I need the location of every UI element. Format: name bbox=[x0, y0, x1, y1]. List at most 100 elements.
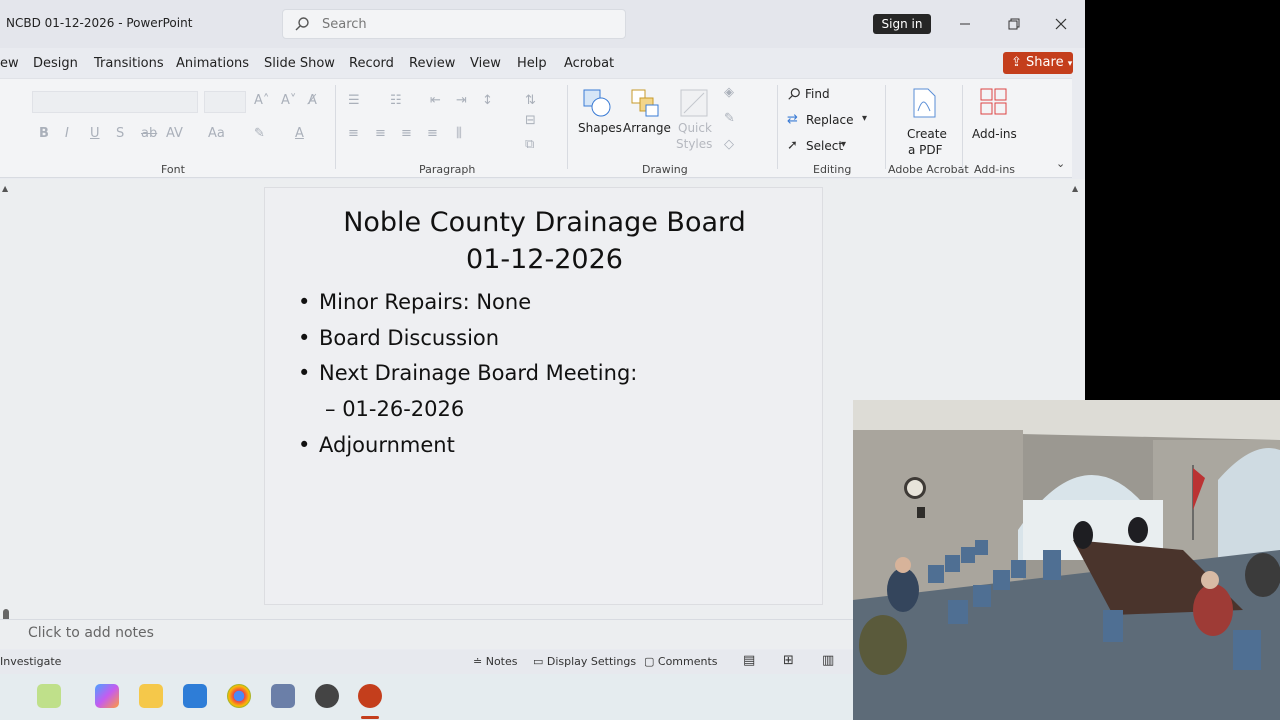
change-case-icon[interactable]: Aa bbox=[208, 126, 225, 141]
text-direction-icon[interactable]: ⇅ bbox=[525, 93, 536, 108]
tab-slide-show[interactable]: Slide Show bbox=[264, 56, 335, 71]
bold-icon[interactable]: B bbox=[39, 126, 49, 141]
dash-marker: – bbox=[325, 397, 343, 421]
search-placeholder: Search bbox=[322, 17, 367, 32]
columns-icon[interactable]: ⫼ bbox=[456, 126, 462, 141]
scroll-up-icon[interactable]: ▲ bbox=[1072, 184, 1078, 193]
slide-sorter-icon[interactable]: ⊞ bbox=[783, 653, 794, 668]
notes-button[interactable]: ≐ Notes bbox=[473, 655, 518, 668]
arrange-button[interactable]: Arrange bbox=[623, 85, 671, 145]
sub-bullet-item: – 01-26-2026 bbox=[325, 397, 464, 421]
thumbnail-scrollbar[interactable]: ▲ bbox=[0, 184, 12, 631]
shape-fill-icon[interactable]: ◈ bbox=[724, 85, 734, 100]
comments-button[interactable]: ▢ Comments bbox=[644, 655, 718, 668]
align-right-icon[interactable]: ≡ bbox=[401, 126, 412, 141]
bullet-dot: • bbox=[298, 290, 311, 314]
drawing-group-label: Drawing bbox=[642, 163, 688, 176]
powerpoint-icon[interactable] bbox=[358, 684, 382, 708]
underline-icon[interactable]: U bbox=[90, 126, 100, 141]
obs-icon[interactable] bbox=[315, 684, 339, 708]
app-icon[interactable] bbox=[271, 684, 295, 708]
select-button[interactable]: ➚ Select ▾ bbox=[787, 137, 852, 157]
search-box[interactable]: Search bbox=[282, 9, 626, 39]
numbering-icon[interactable]: ☷ bbox=[390, 93, 402, 108]
font-name-combobox[interactable] bbox=[32, 91, 198, 113]
shapes-button[interactable]: Shapes bbox=[578, 85, 622, 145]
bullet-dot: • bbox=[298, 433, 311, 457]
tab-record[interactable]: Record bbox=[349, 56, 394, 71]
restore-icon bbox=[1008, 18, 1020, 30]
bullet-item: • Adjournment bbox=[298, 433, 455, 457]
tab-acrobat[interactable]: Acrobat bbox=[564, 56, 614, 71]
chevron-down-icon: ▾ bbox=[862, 113, 868, 124]
increase-indent-icon[interactable]: ⇥ bbox=[456, 93, 467, 108]
notes-label: Notes bbox=[485, 655, 518, 668]
shadow-icon[interactable]: S bbox=[116, 126, 124, 141]
justify-icon[interactable]: ≡ bbox=[427, 126, 438, 141]
tab-animations[interactable]: Animations bbox=[176, 56, 249, 71]
find-icon bbox=[788, 88, 800, 100]
slide-title[interactable]: Noble County Drainage Board 01-12-2026 bbox=[265, 204, 824, 278]
sports-app-icon[interactable] bbox=[37, 684, 61, 708]
tab-review-partial[interactable]: ew bbox=[0, 56, 19, 71]
align-text-icon[interactable]: ⊟ bbox=[525, 113, 536, 128]
arrange-icon bbox=[631, 89, 659, 117]
investigate-status[interactable]: Investigate bbox=[0, 655, 61, 668]
bullet-text: Board Discussion bbox=[319, 326, 500, 350]
find-button[interactable]: Find bbox=[787, 85, 847, 105]
addins-button[interactable]: Add-ins bbox=[970, 85, 1018, 145]
font-color-icon[interactable]: A bbox=[295, 126, 304, 141]
tab-review[interactable]: Review bbox=[409, 56, 455, 71]
shape-outline-icon[interactable]: ✎ bbox=[724, 111, 735, 126]
font-size-combobox[interactable] bbox=[204, 91, 246, 113]
shape-effects-icon[interactable]: ◇ bbox=[724, 137, 734, 152]
highlight-icon[interactable]: ✎ bbox=[254, 126, 265, 141]
minimize-button[interactable] bbox=[953, 12, 977, 36]
char-spacing-icon[interactable]: AV bbox=[166, 126, 183, 141]
tab-view[interactable]: View bbox=[470, 56, 501, 71]
slide-canvas[interactable]: Noble County Drainage Board 01-12-2026 •… bbox=[264, 187, 823, 605]
replace-icon: ⇄ bbox=[787, 112, 798, 127]
quick-styles-button[interactable]: Quick Styles bbox=[676, 85, 712, 153]
decrease-indent-icon[interactable]: ⇤ bbox=[430, 93, 441, 108]
adobe-group-label: Adobe Acrobat bbox=[888, 163, 969, 176]
clear-format-icon[interactable]: A̸ bbox=[308, 93, 317, 108]
copilot-icon[interactable] bbox=[95, 684, 119, 708]
share-button[interactable]: ⇪ Share ▾ bbox=[1003, 52, 1073, 74]
create-pdf-button[interactable]: Create a PDF bbox=[900, 85, 948, 157]
align-center-icon[interactable]: ≡ bbox=[375, 126, 386, 141]
tab-help[interactable]: Help bbox=[517, 56, 547, 71]
normal-view-icon[interactable]: ▤ bbox=[743, 653, 755, 668]
store-icon[interactable] bbox=[183, 684, 207, 708]
close-button[interactable] bbox=[1049, 12, 1073, 36]
smartart-icon[interactable]: ⧉ bbox=[525, 137, 534, 152]
shapes-icon bbox=[583, 89, 611, 117]
file-explorer-icon[interactable] bbox=[139, 684, 163, 708]
collapse-ribbon-icon[interactable]: ⌄ bbox=[1056, 157, 1065, 170]
addins-group-label: Add-ins bbox=[974, 163, 1016, 176]
bullets-icon[interactable]: ☰ bbox=[348, 93, 360, 108]
meeting-room-image bbox=[853, 400, 1280, 720]
quick-styles-label-1: Quick bbox=[678, 121, 712, 135]
restore-button[interactable] bbox=[1001, 12, 1025, 36]
tab-transitions[interactable]: Transitions bbox=[94, 56, 164, 71]
search-icon bbox=[295, 17, 309, 31]
ribbon-tabs: ew Design Transitions Animations Slide S… bbox=[0, 52, 1085, 76]
increase-font-icon[interactable]: A˄ bbox=[254, 93, 269, 108]
chrome-icon[interactable] bbox=[227, 684, 251, 708]
decrease-font-icon[interactable]: A˅ bbox=[281, 93, 296, 108]
font-group-label: Font bbox=[161, 163, 185, 176]
reading-view-icon[interactable]: ▥ bbox=[822, 653, 834, 668]
strikethrough-icon[interactable]: ab bbox=[141, 126, 157, 141]
display-settings-button[interactable]: ▭ Display Settings bbox=[533, 655, 636, 668]
italic-icon[interactable]: I bbox=[65, 126, 69, 141]
comments-label: Comments bbox=[657, 655, 718, 668]
scroll-up-icon[interactable]: ▲ bbox=[2, 184, 8, 193]
meeting-video-feed bbox=[853, 400, 1280, 720]
replace-button[interactable]: ⇄ Replace ▾ bbox=[787, 111, 872, 131]
tab-design[interactable]: Design bbox=[33, 56, 78, 71]
editing-group-label: Editing bbox=[813, 163, 852, 176]
line-spacing-icon[interactable]: ↕ bbox=[482, 93, 493, 108]
sign-in-button[interactable]: Sign in bbox=[873, 14, 931, 34]
align-left-icon[interactable]: ≡ bbox=[348, 126, 359, 141]
